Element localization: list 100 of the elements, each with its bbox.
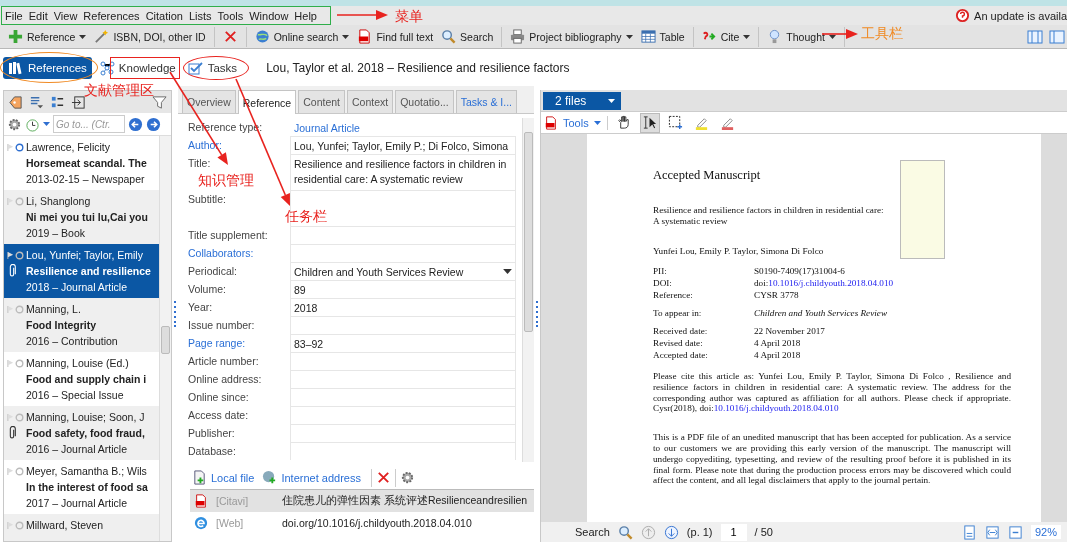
menu-item[interactable]: View xyxy=(50,9,81,22)
export-icon[interactable] xyxy=(71,94,86,110)
previous-icon[interactable] xyxy=(640,524,656,540)
goto-field[interactable]: Go to... (Ctr. xyxy=(53,115,125,133)
text-field[interactable] xyxy=(290,244,516,262)
detail-tab[interactable]: Tasks & I... xyxy=(455,90,517,113)
fit-page-icon[interactable] xyxy=(961,524,977,540)
menu-item[interactable]: References xyxy=(80,9,143,22)
menu-item[interactable]: Help xyxy=(291,9,320,22)
next-icon[interactable] xyxy=(663,524,679,540)
filter-icon[interactable] xyxy=(152,94,167,110)
update-icon xyxy=(955,8,971,23)
menu-item[interactable]: Window xyxy=(246,9,292,22)
grid-icon[interactable] xyxy=(50,94,65,110)
module-tab[interactable]: Knowledge xyxy=(93,56,181,79)
toolbar-button[interactable]: Project bibliography xyxy=(506,27,637,46)
menu-item[interactable]: Citation xyxy=(142,9,186,22)
author-text: Lawrence, Felicity xyxy=(26,141,111,153)
detail-tab[interactable]: Quotatio... xyxy=(395,90,454,113)
layout-icon[interactable] xyxy=(1027,28,1043,45)
text-field[interactable]: 2018 xyxy=(290,298,516,316)
plus-icon xyxy=(8,29,23,44)
tag-icon[interactable] xyxy=(8,94,23,110)
wand-icon xyxy=(94,29,110,44)
text-field[interactable] xyxy=(290,370,516,388)
toolbar-button[interactable]: Thought xyxy=(763,27,840,46)
toolbar-button[interactable]: Online search xyxy=(250,27,354,46)
attachment-row[interactable]: [Web] doi.org/10.1016/j.childyouth.2018.04.010 xyxy=(190,512,534,534)
reference-item[interactable]: Lou, Yunfei; Taylor, Emily Resilience and resilience 2018 – Journal Article xyxy=(4,244,159,298)
module-tab[interactable]: Tasks xyxy=(182,56,243,79)
text-field[interactable] xyxy=(290,406,516,424)
settings-icon[interactable] xyxy=(7,116,22,132)
settings-icon[interactable] xyxy=(399,470,415,485)
page-number-field[interactable]: 1 xyxy=(720,523,747,541)
module-tab[interactable]: References xyxy=(3,56,92,79)
text-field[interactable] xyxy=(290,226,516,244)
caret-icon xyxy=(828,34,836,39)
toolbar-button[interactable]: Search xyxy=(437,27,498,46)
clock-icon[interactable] xyxy=(25,116,40,132)
menu-item[interactable]: File xyxy=(2,9,26,22)
toolbar-button[interactable]: Reference xyxy=(4,27,91,46)
detail-tab[interactable]: Content xyxy=(298,90,345,113)
field-label: Title supplement: xyxy=(188,228,269,243)
text-field[interactable] xyxy=(290,442,516,460)
meta-label: Received date: xyxy=(653,325,709,337)
date-type-text: 2016 – Journal Article xyxy=(26,443,127,455)
tools-dropdown[interactable]: Tools xyxy=(544,115,608,130)
circle-icon[interactable] xyxy=(15,250,24,260)
menu-item[interactable]: Tools xyxy=(214,9,247,22)
text-field[interactable] xyxy=(290,424,516,442)
splitter-handle[interactable] xyxy=(173,301,177,327)
menu-item[interactable]: Edit xyxy=(25,9,51,22)
delete-icon[interactable] xyxy=(375,470,391,485)
annotation-arrow xyxy=(336,10,388,20)
title-text: Horsemeat scandal. The xyxy=(26,157,147,169)
attachment-row[interactable]: [Citavi] 住院患儿的弹性因素 系统评述Resilienceandresilien xyxy=(190,490,534,512)
printer-icon xyxy=(510,29,526,44)
author-text: Manning, L. xyxy=(26,303,81,315)
caret-icon xyxy=(625,34,633,39)
search-icon[interactable] xyxy=(617,524,633,540)
doi-link[interactable]: 10.1016/j.childyouth.2018.04.010 xyxy=(713,403,839,414)
splitter-handle[interactable] xyxy=(535,301,539,327)
globe-icon xyxy=(254,29,270,44)
text-field[interactable]: Lou, Yunfei; Taylor, Emily P.; Di Folco, Simona xyxy=(290,136,516,154)
doi-link[interactable]: 10.1016/j.childyouth.2018.04.010 xyxy=(768,278,894,288)
tool-button[interactable] xyxy=(639,112,660,133)
add-attachment-button[interactable]: Internet address xyxy=(260,470,367,485)
field-label: Database: xyxy=(188,444,237,459)
list-icon[interactable] xyxy=(29,94,44,110)
text-field[interactable] xyxy=(290,316,516,334)
caret-icon xyxy=(503,269,512,274)
scrollbar[interactable] xyxy=(159,136,171,541)
zoom-level[interactable]: 92% xyxy=(1030,525,1061,539)
detail-tab[interactable]: Context xyxy=(347,90,394,113)
layout-icon[interactable] xyxy=(1049,28,1065,45)
menu-item[interactable]: Lists xyxy=(185,9,215,22)
forward-icon[interactable] xyxy=(146,116,161,132)
text-field[interactable]: Resilience and resilience factors in children in residential care: A systematic review xyxy=(290,154,516,190)
field-label[interactable]: Collaborators: xyxy=(188,244,290,262)
flag-icon[interactable] xyxy=(7,250,14,260)
circle-icon[interactable] xyxy=(15,142,24,152)
back-icon[interactable] xyxy=(128,116,143,132)
toolbar-button[interactable]: Find full text xyxy=(353,27,438,46)
text-field[interactable] xyxy=(290,352,516,370)
text-field[interactable]: 89 xyxy=(290,280,516,298)
text-field[interactable]: 83–92 xyxy=(290,334,516,352)
title-text: Food Integrity xyxy=(26,319,96,331)
add-attachment-button[interactable]: Local file xyxy=(190,470,261,485)
meta-label: Accepted date: xyxy=(653,349,709,361)
scrollbar[interactable] xyxy=(522,118,534,462)
periodical-dropdown[interactable]: Children and Youth Services Review xyxy=(290,262,516,280)
toolbar-button[interactable]: Cite xyxy=(697,27,755,46)
field-label[interactable]: Page range: xyxy=(188,334,290,352)
reference-item[interactable]: Lawrence, Felicity Horsemeat scandal. The 2013-02-15 – Newspaper xyxy=(4,136,159,190)
text-field[interactable] xyxy=(290,388,516,406)
files-dropdown[interactable]: 2 files xyxy=(543,91,622,110)
zoom-out-icon[interactable] xyxy=(1007,524,1023,540)
toolbar-button[interactable]: Table xyxy=(636,27,689,46)
fit-width-icon[interactable] xyxy=(984,524,1000,540)
toolbar-button[interactable]: ISBN, DOI, other ID xyxy=(90,27,210,46)
